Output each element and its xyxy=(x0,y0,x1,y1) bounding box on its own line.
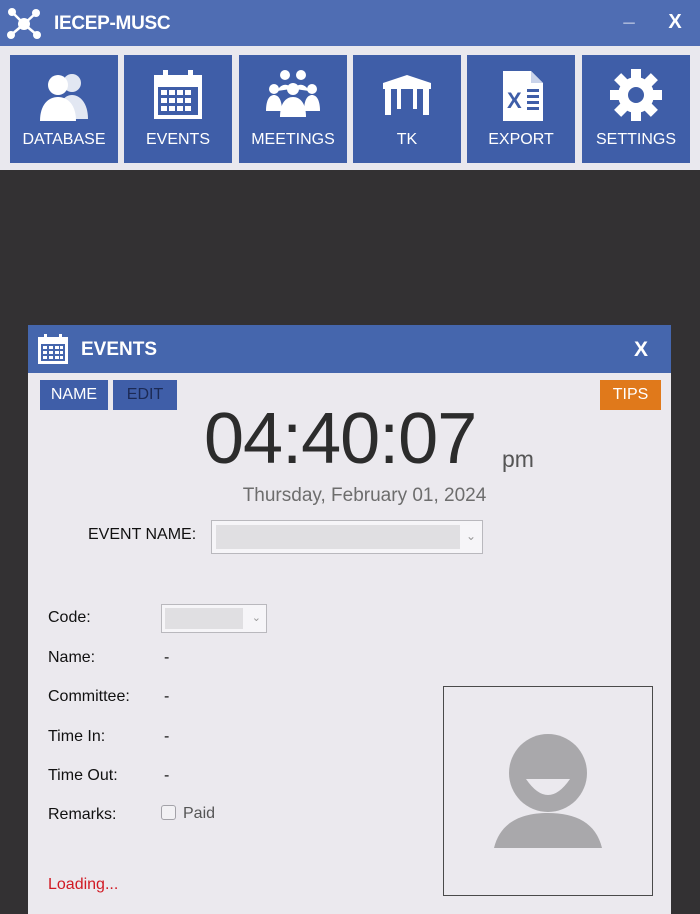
time-out-label: Time Out: xyxy=(48,767,118,784)
code-label: Code: xyxy=(48,609,91,626)
code-value xyxy=(165,608,243,629)
events-titlebar[interactable]: EVENTS X xyxy=(28,325,671,373)
database-button[interactable]: DATABASE xyxy=(10,55,118,163)
name-value: - xyxy=(164,649,170,666)
user-avatar-placeholder-icon xyxy=(494,734,602,848)
events-label: EVENTS xyxy=(145,131,210,148)
excel-icon: X xyxy=(503,71,543,121)
chevron-down-icon: ⌄ xyxy=(251,612,261,624)
remarks-label: Remarks: xyxy=(48,806,117,823)
tips-button[interactable]: TIPS xyxy=(600,380,661,410)
name-label: Name: xyxy=(48,649,96,666)
member-photo xyxy=(443,686,653,896)
events-close-button[interactable]: X xyxy=(634,338,648,362)
paid-label[interactable]: Paid xyxy=(183,805,215,823)
tk-button[interactable]: TK xyxy=(353,55,461,163)
calendar-icon xyxy=(38,334,68,364)
name-button[interactable]: NAME xyxy=(40,380,108,410)
export-button[interactable]: X EXPORT xyxy=(467,55,575,163)
group-icon xyxy=(266,70,320,117)
app-title: IECEP-MUSC xyxy=(54,13,171,34)
minimize-button[interactable]: _ xyxy=(618,4,640,38)
edit-button[interactable]: EDIT xyxy=(113,380,177,410)
event-name-value xyxy=(216,525,460,549)
meetings-button[interactable]: MEETINGS xyxy=(239,55,347,163)
time-in-value: - xyxy=(164,728,170,745)
committee-label: Committee: xyxy=(48,688,130,705)
time-in-label: Time In: xyxy=(48,728,106,745)
chevron-down-icon: ⌄ xyxy=(465,529,476,543)
events-button[interactable]: EVENTS xyxy=(124,55,232,163)
code-dropdown[interactable]: ⌄ xyxy=(161,604,267,633)
clock-display: 04:40:07 xyxy=(204,399,477,479)
app-titlebar[interactable]: IECEP-MUSC _ X xyxy=(0,0,700,46)
table-icon xyxy=(383,75,431,115)
main-toolbar: DATABASE EVENTS MEETINGS TK X EXPORT SET… xyxy=(0,46,700,170)
calendar-icon xyxy=(154,70,202,119)
event-name-dropdown[interactable]: ⌄ xyxy=(211,520,483,554)
clock-ampm: pm xyxy=(502,446,534,472)
committee-value: - xyxy=(164,688,170,705)
meetings-label: MEETINGS xyxy=(251,131,335,148)
paid-checkbox[interactable] xyxy=(161,805,176,820)
settings-label: SETTINGS xyxy=(595,131,676,148)
tk-label: TK xyxy=(396,131,418,148)
users-icon xyxy=(40,74,88,121)
event-name-label: EVENT NAME: xyxy=(88,526,197,543)
export-label: EXPORT xyxy=(488,131,554,148)
network-nodes-icon xyxy=(7,8,41,39)
svg-text:X: X xyxy=(507,88,522,113)
database-label: DATABASE xyxy=(22,131,106,148)
gear-icon xyxy=(610,69,662,121)
date-display: Thursday, February 01, 2024 xyxy=(242,485,487,506)
close-button[interactable]: X xyxy=(662,11,688,34)
events-window-title: EVENTS xyxy=(81,339,158,360)
time-out-value: - xyxy=(164,767,170,784)
loading-status: Loading... xyxy=(48,876,119,893)
events-window: EVENTS X NAME EDIT TIPS 04:40:07 pm Thur… xyxy=(28,325,671,914)
settings-button[interactable]: SETTINGS xyxy=(582,55,690,163)
